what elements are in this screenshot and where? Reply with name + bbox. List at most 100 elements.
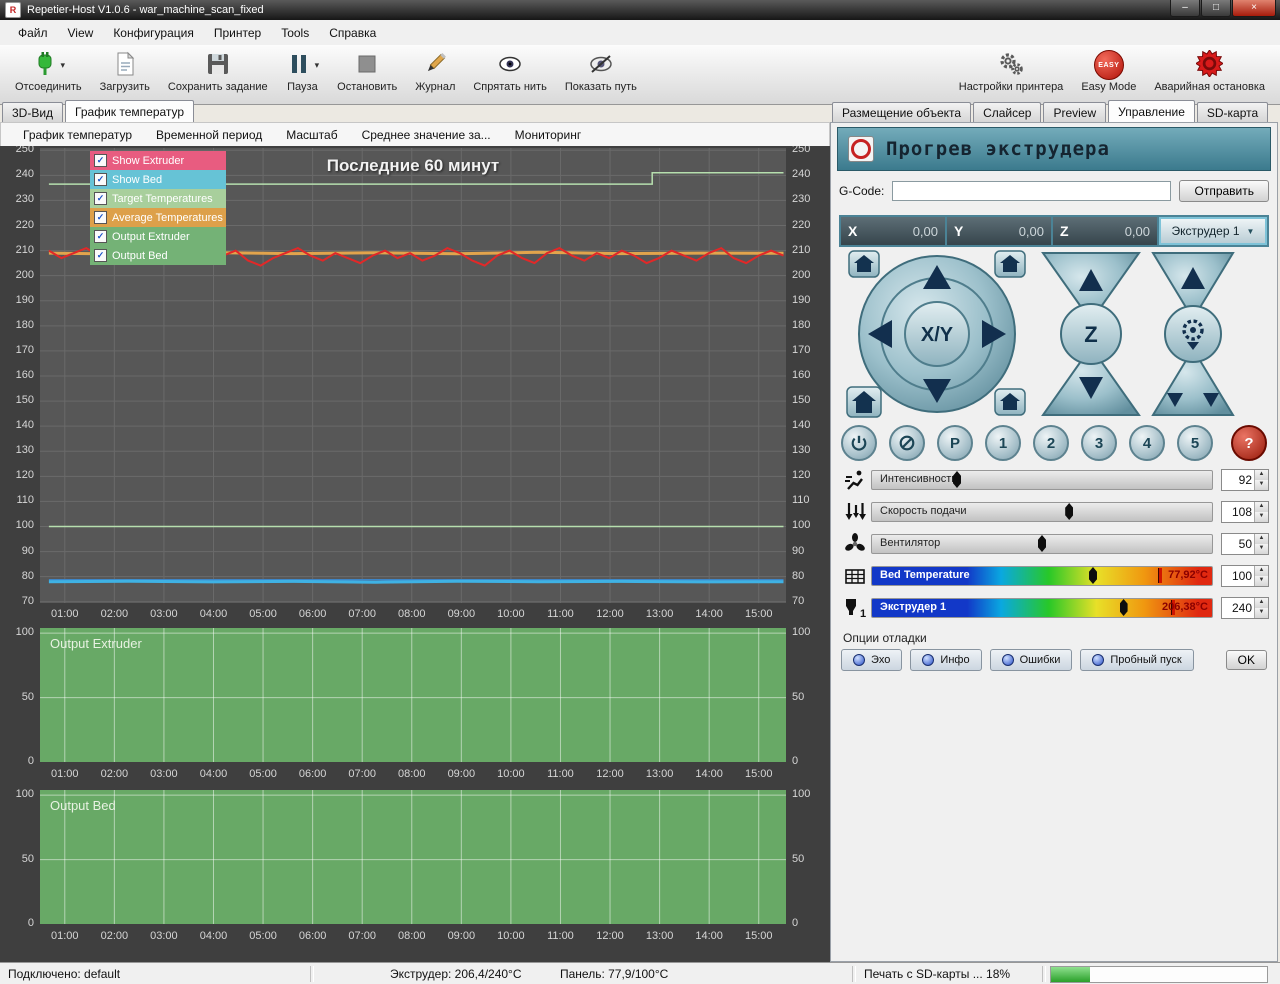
legend-output-bed[interactable]: ✓Output Bed [90, 246, 226, 265]
motors-off-button[interactable] [889, 425, 925, 461]
eye-icon [497, 51, 523, 80]
spin-up-button[interactable]: ▲ [1255, 598, 1268, 608]
extruder-temperature-slider[interactable]: Экструдер 1 206,38°C [871, 598, 1213, 618]
home-z-button[interactable] [995, 389, 1025, 415]
bed-temperature-slider[interactable]: Bed Temperature 77,92°C [871, 566, 1213, 586]
tab-manual-control[interactable]: Управление [1108, 100, 1195, 122]
power-button[interactable] [841, 425, 877, 461]
printer-settings-button[interactable]: Настройки принтера [950, 47, 1073, 102]
toggle-errors-button[interactable]: Ошибки [990, 649, 1073, 671]
easy-mode-button[interactable]: EASY Easy Mode [1072, 47, 1145, 102]
chartmenu-temperature-graph[interactable]: График температур [11, 125, 144, 145]
bed-temperature-spinner[interactable]: 100 ▲▼ [1221, 565, 1269, 587]
speed-multiplier-row: Интенсивность 92 ▲▼ [839, 469, 1269, 491]
emergency-stop-button[interactable]: Аварийная остановка [1145, 47, 1274, 102]
save-job-button[interactable]: Сохранить задание [159, 47, 277, 102]
spin-up-button[interactable]: ▲ [1255, 566, 1268, 576]
legend-show-bed[interactable]: ✓Show Bed [90, 170, 226, 189]
home-y-button[interactable] [995, 251, 1025, 277]
checkbox-checked-icon[interactable]: ✓ [94, 154, 107, 167]
status-bar: Подключено: default Экструдер: 206,4/240… [0, 962, 1280, 984]
script-4-button[interactable]: 4 [1129, 425, 1165, 461]
tab-temperature-graph[interactable]: График температур [65, 100, 194, 122]
menu-item-file[interactable]: Файл [8, 22, 58, 44]
script-2-button[interactable]: 2 [1033, 425, 1069, 461]
checkbox-checked-icon[interactable]: ✓ [94, 249, 107, 262]
speed-multiplier-spinner[interactable]: 92 ▲▼ [1221, 469, 1269, 491]
home-all-button[interactable] [847, 387, 881, 417]
menu-item-configuration[interactable]: Конфигурация [103, 22, 204, 44]
axis-tick-label: 50 [792, 691, 804, 703]
tab-slicer[interactable]: Слайсер [973, 102, 1041, 122]
dropdown-caret-icon[interactable]: ▾ [315, 60, 320, 71]
spin-down-button[interactable]: ▼ [1255, 512, 1268, 522]
home-x-button[interactable] [849, 251, 879, 277]
chartmenu-monitoring[interactable]: Мониторинг [503, 125, 594, 145]
minimize-button[interactable]: – [1170, 0, 1200, 17]
slider-track[interactable]: Скорость подачи [871, 502, 1213, 522]
slider-thumb[interactable] [1065, 503, 1073, 520]
pause-button[interactable]: ▾ Пауза [277, 47, 329, 102]
chartmenu-average-value[interactable]: Среднее значение за... [350, 125, 503, 145]
spin-down-button[interactable]: ▼ [1255, 544, 1268, 554]
chartmenu-time-period[interactable]: Временной период [144, 125, 274, 145]
spin-up-button[interactable]: ▲ [1255, 502, 1268, 512]
checkbox-checked-icon[interactable]: ✓ [94, 192, 107, 205]
toggle-info-button[interactable]: Инфо [910, 649, 981, 671]
axis-tick-label: 70 [792, 595, 804, 607]
toggle-dry-run-button[interactable]: Пробный пуск [1080, 649, 1193, 671]
menu-item-help[interactable]: Справка [319, 22, 386, 44]
load-button[interactable]: Загрузить [91, 47, 159, 102]
extruder-temperature-spinner[interactable]: 240 ▲▼ [1221, 597, 1269, 619]
legend-target-temperatures[interactable]: ✓Target Temperatures [90, 189, 226, 208]
chartmenu-scale[interactable]: Масштаб [274, 125, 349, 145]
send-gcode-button[interactable]: Отправить [1179, 180, 1269, 202]
flow-multiplier-spinner[interactable]: 108 ▲▼ [1221, 501, 1269, 523]
spin-down-button[interactable]: ▼ [1255, 576, 1268, 586]
dropdown-caret-icon[interactable]: ▾ [61, 60, 66, 71]
toggle-echo-button[interactable]: Эхо [841, 649, 902, 671]
show-travel-button[interactable]: Показать путь [556, 47, 646, 102]
axis-tick-label: 150 [0, 394, 34, 406]
spin-up-button[interactable]: ▲ [1255, 534, 1268, 544]
extruder-center-button[interactable] [1165, 306, 1221, 362]
axis-tick-label: 07:00 [348, 768, 376, 780]
script-5-button[interactable]: 5 [1177, 425, 1213, 461]
menu-item-printer[interactable]: Принтер [204, 22, 271, 44]
tab-3d-view[interactable]: 3D-Вид [2, 102, 63, 122]
script-1-button[interactable]: 1 [985, 425, 1021, 461]
hide-filament-button[interactable]: Спрятать нить [464, 47, 555, 102]
slider-thumb[interactable] [1038, 535, 1046, 552]
slider-track[interactable]: Интенсивность [871, 470, 1213, 490]
slider-thumb[interactable] [1120, 599, 1128, 616]
slider-track[interactable]: Вентилятор [871, 534, 1213, 554]
tab-sd-card[interactable]: SD-карта [1197, 102, 1268, 122]
ok-button[interactable]: OK [1226, 650, 1267, 670]
legend-show-extruder[interactable]: ✓Show Extruder [90, 151, 226, 170]
slider-thumb[interactable] [1089, 567, 1097, 584]
checkbox-checked-icon[interactable]: ✓ [94, 230, 107, 243]
legend-output-extruder[interactable]: ✓Output Extruder [90, 227, 226, 246]
spin-up-button[interactable]: ▲ [1255, 470, 1268, 480]
spin-down-button[interactable]: ▼ [1255, 480, 1268, 490]
script-3-button[interactable]: 3 [1081, 425, 1117, 461]
park-button[interactable]: P [937, 425, 973, 461]
stop-button[interactable]: Остановить [328, 47, 406, 102]
tab-preview[interactable]: Preview [1043, 102, 1106, 122]
help-button[interactable]: ? [1231, 425, 1267, 461]
gcode-row: G-Code: Отправить [839, 179, 1269, 203]
menu-item-view[interactable]: View [58, 22, 104, 44]
spin-down-button[interactable]: ▼ [1255, 608, 1268, 618]
gcode-input[interactable] [892, 181, 1171, 201]
maximize-button[interactable]: □ [1201, 0, 1231, 17]
log-button[interactable]: Журнал [406, 47, 464, 102]
close-button[interactable]: × [1232, 0, 1276, 17]
tab-object-placement[interactable]: Размещение объекта [832, 102, 971, 122]
disconnect-button[interactable]: ▾ Отсоединить [6, 47, 91, 102]
extruder-select[interactable]: Экструдер 1 ▼ [1159, 217, 1267, 245]
menu-item-tools[interactable]: Tools [271, 22, 319, 44]
checkbox-checked-icon[interactable]: ✓ [94, 211, 107, 224]
fan-speed-spinner[interactable]: 50 ▲▼ [1221, 533, 1269, 555]
checkbox-checked-icon[interactable]: ✓ [94, 173, 107, 186]
legend-average-temperatures[interactable]: ✓Average Temperatures [90, 208, 226, 227]
